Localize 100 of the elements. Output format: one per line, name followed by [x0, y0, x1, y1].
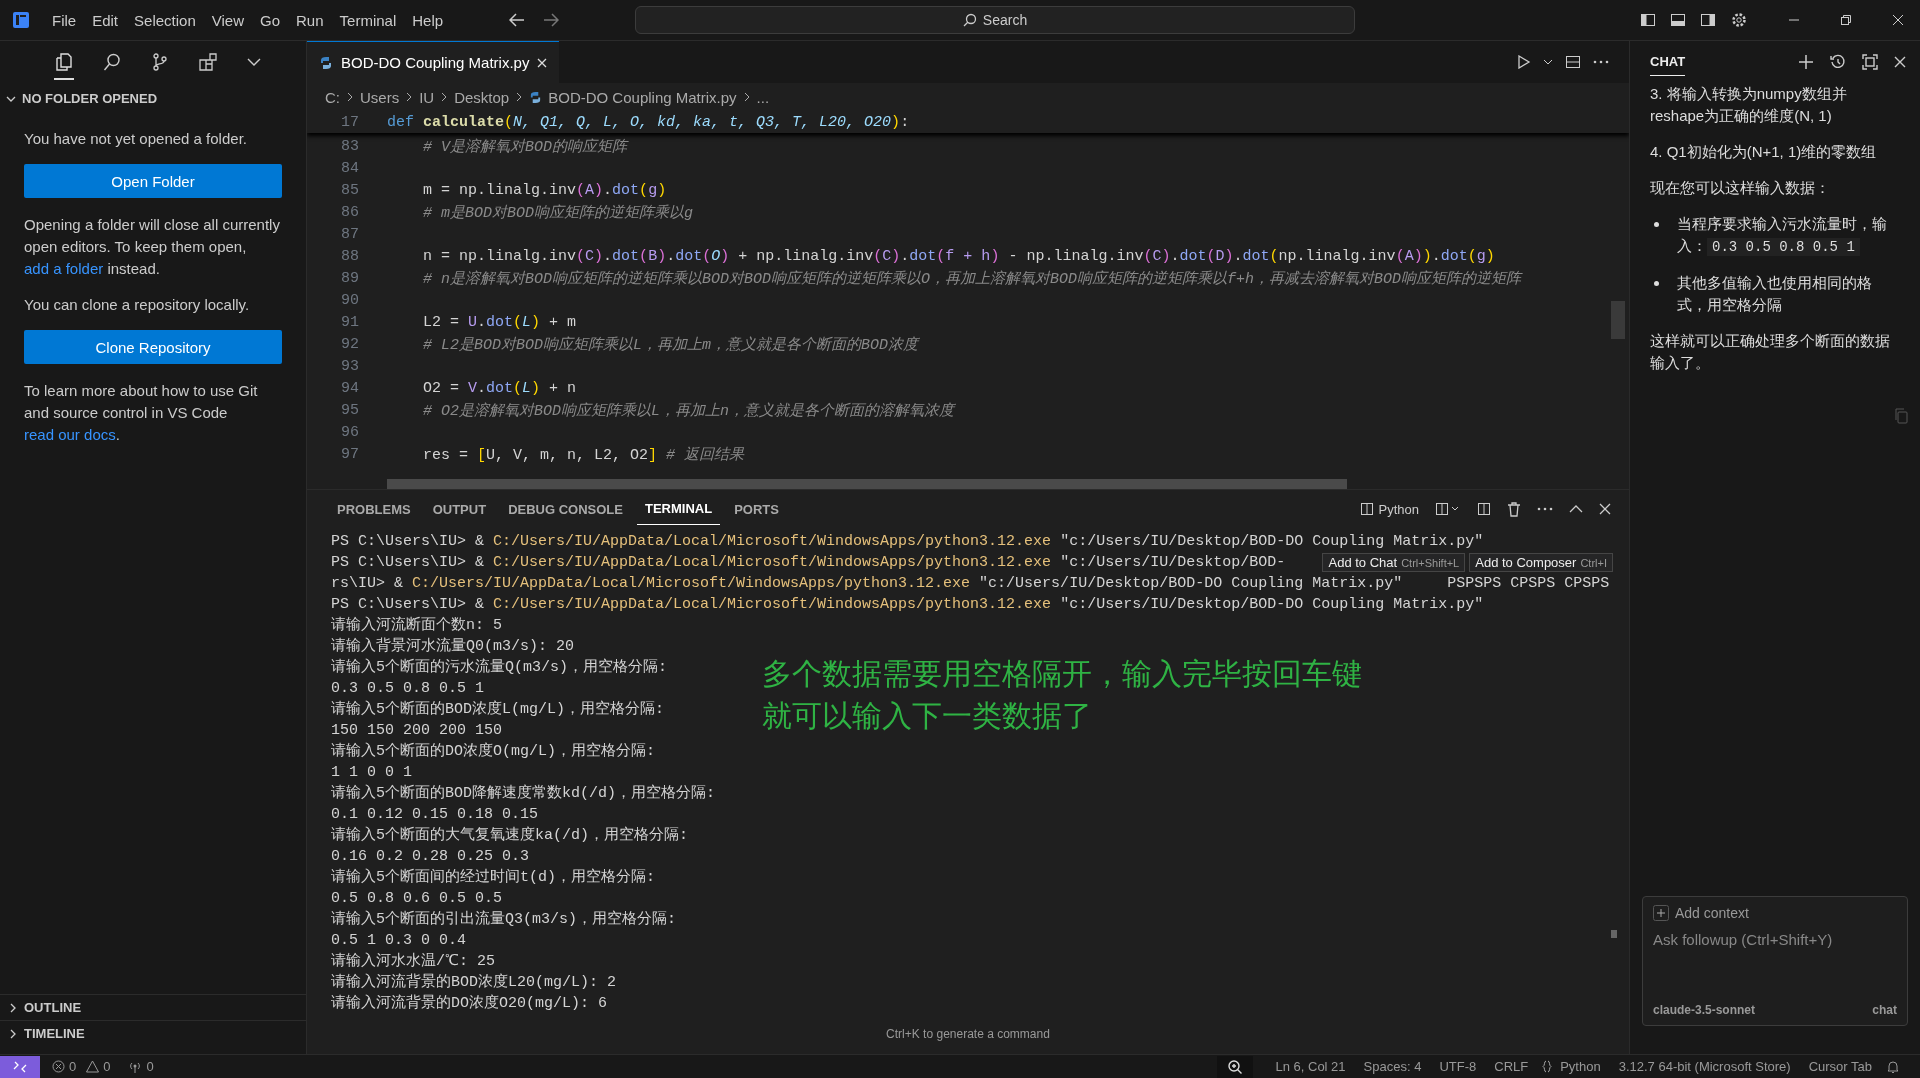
section-title[interactable]: TIMELINE	[24, 1026, 85, 1041]
terminal-line: 请输入河流背景的BOD浓度L20(mg/L): 2	[331, 972, 617, 993]
status-item[interactable]: Spaces: 4	[1363, 1059, 1422, 1074]
hover-action[interactable]: Add to Chat Ctrl+Shift+L	[1322, 553, 1466, 572]
status-item[interactable]: Ln 6, Col 21	[1275, 1059, 1346, 1074]
chat-input[interactable]: Add context Ask followup (Ctrl+Shift+Y) claude-3.5-sonnet chat	[1642, 896, 1908, 1026]
status-item[interactable]: Python	[1560, 1059, 1601, 1074]
error-icon[interactable]	[52, 1060, 65, 1073]
breadcrumb-item[interactable]: ...	[756, 88, 770, 106]
panel-tab[interactable]: OUTPUT	[424, 493, 495, 525]
menu-item[interactable]: Run	[288, 11, 332, 29]
warning-count[interactable]: 0	[103, 1059, 111, 1074]
panel-tab[interactable]: TERMINAL	[636, 493, 721, 525]
open-folder-button[interactable]: Open Folder	[24, 164, 282, 198]
search-field[interactable]: Search	[635, 6, 1355, 34]
menu-item[interactable]: Selection	[126, 11, 204, 29]
panel-tab[interactable]: DEBUG CONSOLE	[500, 493, 631, 525]
empty-message: You have not yet opened a folder.	[24, 129, 248, 149]
port-count[interactable]: 0	[146, 1059, 154, 1074]
restore-icon[interactable]	[1840, 14, 1852, 26]
chat-message: 现在您可以这样输入数据：	[1650, 178, 1831, 198]
clone-repository-button[interactable]: Clone Repository	[24, 330, 282, 364]
history-icon[interactable]	[1830, 54, 1846, 70]
chevron-right-icon[interactable]	[8, 1002, 18, 1013]
remote-icon[interactable]	[0, 1055, 40, 1078]
status-item[interactable]: CRLF	[1494, 1059, 1529, 1074]
section-title[interactable]: NO FOLDER OPENED	[22, 91, 158, 106]
close-icon[interactable]	[537, 57, 548, 68]
trash-icon[interactable]	[1507, 501, 1521, 517]
close-icon[interactable]	[1894, 56, 1906, 68]
panel-tab[interactable]: PROBLEMS	[329, 493, 419, 525]
send-button[interactable]: chat	[1872, 1003, 1897, 1017]
back-arrow-icon[interactable]	[509, 13, 526, 27]
model-selector[interactable]: claude-3.5-sonnet	[1653, 1003, 1756, 1017]
menu-item[interactable]: Help	[404, 11, 452, 29]
menu-item[interactable]: Terminal	[331, 11, 405, 29]
forward-arrow-icon[interactable]	[543, 13, 560, 27]
terminal-line: 请输入5个断面的DO浓度O(mg/L)，用空格分隔:	[331, 741, 656, 762]
secondary-sidebar-icon[interactable]	[1700, 12, 1716, 28]
line-number: 83	[340, 137, 359, 155]
caret-icon[interactable]	[1543, 57, 1553, 67]
source-control-icon[interactable]	[150, 52, 170, 72]
panel-layout-icon[interactable]	[1670, 12, 1686, 28]
warning-icon[interactable]	[86, 1060, 100, 1073]
bullet-icon	[1654, 222, 1659, 227]
maximize-icon[interactable]	[1862, 54, 1878, 70]
split-editor-icon[interactable]	[1565, 54, 1581, 70]
code-line: res = [U, V, m, n, L2, O2] # 返回结果	[422, 445, 745, 464]
status-item[interactable]: 3.12.7 64-bit (Microsoft Store)	[1618, 1059, 1791, 1074]
add-icon[interactable]	[1653, 905, 1669, 921]
more-icon[interactable]	[1537, 507, 1553, 511]
search-icon[interactable]	[102, 52, 122, 72]
close-icon[interactable]	[1599, 503, 1611, 515]
more-icon[interactable]	[1593, 60, 1609, 64]
sidebar-layout-icon[interactable]	[1640, 12, 1656, 28]
menu-item[interactable]: File	[44, 11, 85, 29]
scrollbar[interactable]	[387, 479, 1347, 489]
breadcrumb-item[interactable]: Users	[360, 88, 400, 106]
chat-message: 其他多值输入也使用相同的格式，用空格分隔	[1677, 273, 1873, 315]
add-folder-link[interactable]: add a folder	[24, 260, 104, 277]
breadcrumb-item[interactable]: IU	[419, 88, 435, 106]
broadcast-icon[interactable]	[128, 1060, 143, 1073]
hover-action[interactable]: Add to Composer Ctrl+I	[1469, 553, 1613, 572]
bell-icon[interactable]	[1886, 1059, 1900, 1074]
breadcrumb-item[interactable]: BOD-DO Coupling Matrix.py	[548, 88, 737, 106]
close-icon[interactable]	[1892, 14, 1904, 26]
error-count[interactable]: 0	[69, 1059, 77, 1074]
section-title[interactable]: OUTLINE	[24, 1000, 82, 1015]
split-terminal-icon[interactable]	[1435, 502, 1461, 516]
chat-message: 4. Q1初始化为(N+1, 1)维的零数组	[1650, 142, 1878, 162]
editor-tab[interactable]: BOD-DO Coupling Matrix.py	[307, 41, 560, 83]
plus-icon[interactable]	[1798, 54, 1814, 70]
docs-link[interactable]: read our docs	[24, 426, 116, 443]
status-item[interactable]: Cursor Tab	[1808, 1059, 1872, 1074]
chevron-right-icon[interactable]	[8, 1028, 18, 1039]
zoom-icon[interactable]	[1217, 1055, 1254, 1078]
breadcrumb-item[interactable]: C:	[325, 88, 340, 106]
files-icon[interactable]	[54, 52, 74, 80]
settings-icon[interactable]	[1730, 11, 1748, 29]
menu-item[interactable]: Go	[252, 11, 288, 29]
panel-title[interactable]: CHAT	[1650, 48, 1686, 76]
scrollbar[interactable]	[1611, 301, 1625, 339]
code-line: # O2是溶解氧对BOD响应矩阵乘以L，再加上n，意义就是各个断面的溶解氧浓度	[422, 401, 955, 420]
status-item[interactable]: UTF-8	[1439, 1059, 1477, 1074]
scrollbar[interactable]	[1611, 930, 1617, 938]
code-line: # V是溶解氧对BOD的响应矩阵	[422, 137, 627, 156]
chevron-up-icon[interactable]	[1569, 504, 1583, 514]
menu-item[interactable]: Edit	[84, 11, 127, 29]
add-context-label[interactable]: Add context	[1675, 905, 1749, 921]
code-line: m = np.linalg.inv(A).dot(g)	[422, 181, 667, 199]
menu-item[interactable]: View	[203, 11, 252, 29]
line-number: 95	[340, 401, 359, 419]
run-icon[interactable]	[1517, 55, 1531, 69]
breadcrumb-item[interactable]: Desktop	[454, 88, 510, 106]
line-number: 96	[340, 423, 359, 441]
split-icon[interactable]	[1477, 502, 1491, 516]
extensions-icon[interactable]	[198, 52, 218, 72]
info-text: You can clone a repository locally.	[24, 295, 251, 315]
panel-tab[interactable]: PORTS	[726, 493, 787, 525]
terminal-selector[interactable]: Python	[1359, 501, 1419, 517]
